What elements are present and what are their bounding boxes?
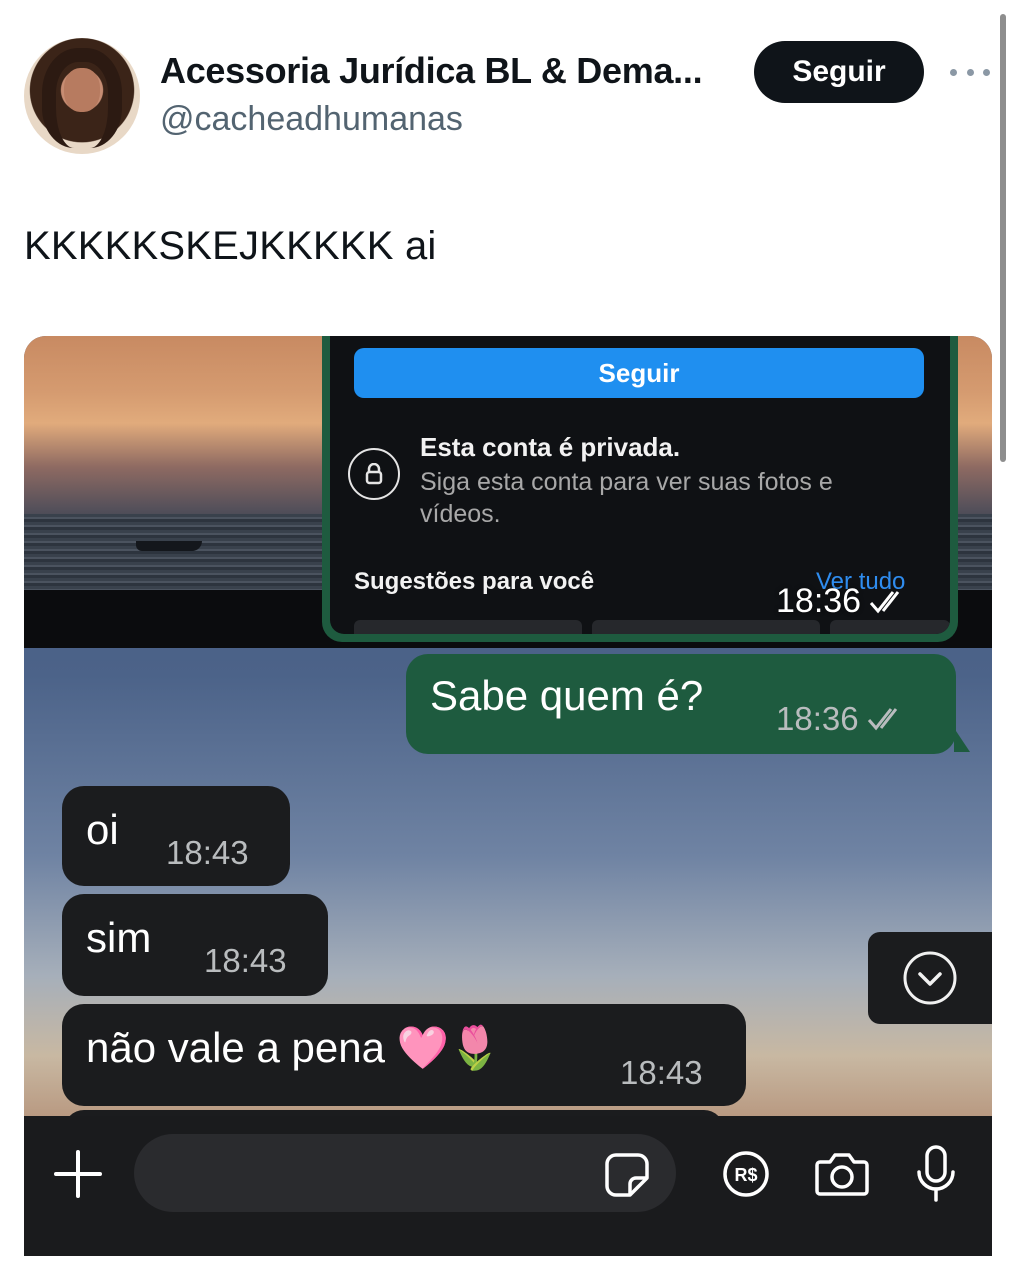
- chevron-down-icon: [903, 951, 957, 1005]
- private-account-description: Siga esta conta para ver suas fotos e ví…: [420, 468, 833, 528]
- message-composer: R$: [24, 1116, 992, 1256]
- more-icon[interactable]: [950, 60, 990, 84]
- plus-icon: [54, 1150, 102, 1198]
- wallpaper-boat: [136, 541, 202, 551]
- double-check-icon: [867, 708, 897, 731]
- avatar-face: [64, 68, 100, 112]
- scroll-to-bottom-button[interactable]: [868, 932, 992, 1024]
- lock-icon: [348, 448, 400, 500]
- camera-button[interactable]: [814, 1150, 870, 1198]
- svg-text:R$: R$: [734, 1165, 757, 1185]
- incoming-message-bubble[interactable]: não vale a pena 🩷🌷 18:43: [62, 1004, 746, 1106]
- suggestion-card: [592, 620, 820, 634]
- message-text: sim: [86, 914, 152, 961]
- message-time-text: 18:36: [776, 700, 859, 737]
- message-time: 18:43: [620, 1054, 703, 1091]
- double-check-icon: [869, 590, 900, 613]
- ig-follow-button: Seguir: [354, 348, 924, 398]
- message-time: 18:36: [776, 700, 911, 738]
- sticker-button[interactable]: [604, 1152, 650, 1198]
- private-account-title: Esta conta é privada.: [420, 432, 681, 462]
- message-input[interactable]: [134, 1134, 676, 1212]
- image-time-text: 18:36: [776, 582, 862, 620]
- tweet-media-image[interactable]: Seguir Esta conta é privada. Siga esta c…: [24, 336, 992, 1256]
- tweet-text: KKKKKSKEJKKKKK ai: [24, 224, 437, 268]
- image-message-time: 18:36: [776, 582, 913, 621]
- message-time: 18:43: [204, 942, 287, 979]
- follow-button[interactable]: Seguir: [754, 41, 924, 103]
- suggestions-heading: Sugestões para você: [354, 568, 595, 595]
- suggestion-card: [354, 620, 582, 634]
- incoming-message-bubble[interactable]: oi 18:43: [62, 786, 290, 886]
- page-bottom: [0, 1256, 1016, 1280]
- payment-button[interactable]: R$: [722, 1150, 770, 1198]
- payment-icon: R$: [723, 1151, 769, 1197]
- message-text: oi: [86, 806, 119, 853]
- scrollbar[interactable]: [1000, 14, 1006, 462]
- message-text: não vale a pena 🩷🌷: [86, 1024, 502, 1071]
- display-name[interactable]: Acessoria Jurídica BL & Dema...: [160, 50, 703, 92]
- bubble-tail: [954, 728, 970, 752]
- sticker-icon: [605, 1153, 649, 1197]
- voice-message-button[interactable]: [914, 1144, 958, 1204]
- message-time: 18:43: [166, 834, 249, 871]
- microphone-icon: [917, 1145, 955, 1202]
- incoming-message-bubble[interactable]: sim 18:43: [62, 894, 328, 996]
- message-text: Sabe quem é?: [430, 672, 704, 719]
- avatar[interactable]: [24, 38, 140, 154]
- attach-button[interactable]: [52, 1148, 104, 1200]
- suggestion-card: [830, 620, 950, 634]
- camera-icon: [815, 1153, 869, 1196]
- outgoing-message-bubble[interactable]: Sabe quem é? 18:36: [406, 654, 956, 754]
- user-handle[interactable]: @cacheadhumanas: [160, 100, 463, 139]
